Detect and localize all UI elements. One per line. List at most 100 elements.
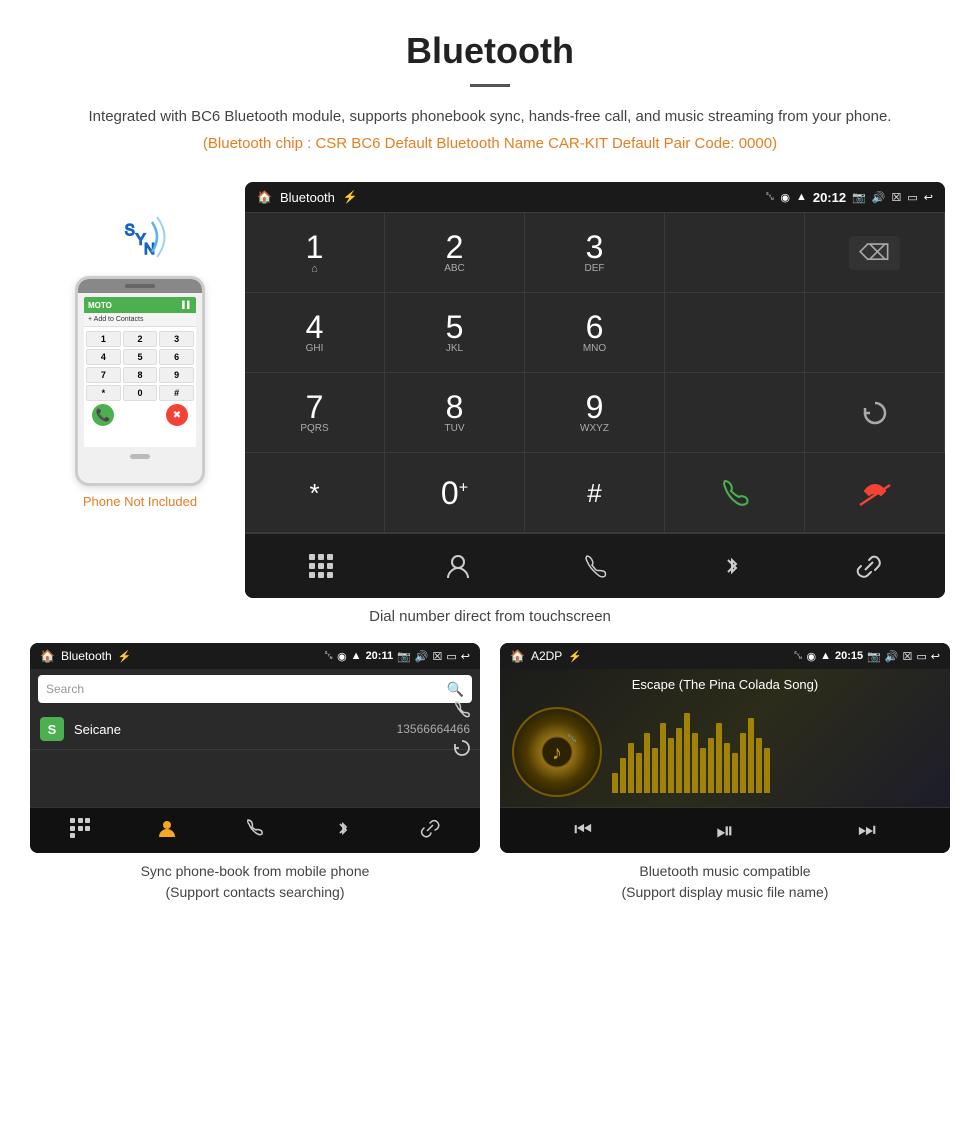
pb-vol-icon: 🔊 — [415, 650, 429, 663]
pb-search-icon: 🔍 — [447, 681, 464, 698]
dial-key-0[interactable]: 0+ — [385, 453, 525, 533]
pb-close-icon: ☒ — [433, 650, 443, 663]
music-usb-icon: ⚡ — [568, 650, 582, 663]
dial-key-8[interactable]: 8TUV — [385, 373, 525, 453]
time-display: 20:12 — [813, 190, 846, 205]
music-back-icon: ↩ — [931, 650, 940, 663]
pb-bottom-person-icon[interactable] — [156, 817, 178, 844]
pb-time: 20:11 — [366, 650, 394, 662]
music-viz-bar — [716, 723, 722, 793]
dial-call-red[interactable] — [805, 453, 945, 533]
music-song-title: Escape (The Pina Colada Song) — [500, 669, 950, 696]
dialpad-icon[interactable] — [296, 546, 346, 586]
music-home-icon: 🏠 — [510, 649, 525, 663]
dial-key-2[interactable]: 2ABC — [385, 213, 525, 293]
header-divider — [470, 84, 510, 87]
bottom-row: 🏠 Bluetooth ⚡ ␖ ◉ ▲ 20:11 📷 🔊 ☒ ▭ ↩ — [0, 643, 980, 903]
dial-key-6[interactable]: 6MNO — [525, 293, 665, 373]
dial-status-bar: 🏠 Bluetooth ⚡ ␖ ◉ ▲ 20:12 📷 🔊 ☒ ▭ ↩ — [245, 182, 945, 212]
phonebook-caption: Sync phone-book from mobile phone (Suppo… — [30, 861, 480, 903]
pb-location-icon: ◉ — [337, 650, 347, 663]
music-viz-bar — [612, 773, 618, 793]
pb-bottom-phone-icon[interactable] — [244, 817, 266, 844]
pb-right-phone-icon[interactable] — [452, 699, 472, 724]
contacts-icon[interactable] — [433, 546, 483, 586]
dial-call-green[interactable] — [665, 453, 805, 533]
pb-right-refresh-icon[interactable] — [452, 738, 472, 763]
music-viz-bar — [668, 738, 674, 793]
dial-empty-3 — [805, 293, 945, 373]
music-screen-wrap: 🏠 A2DP ⚡ ␖ ◉ ▲ 20:15 📷 🔊 ☒ ▭ ↩ Escape ( — [500, 643, 950, 903]
home-icon: 🏠 — [257, 190, 272, 204]
music-status-bar: 🏠 A2DP ⚡ ␖ ◉ ▲ 20:15 📷 🔊 ☒ ▭ ↩ — [500, 643, 950, 669]
phonebook-content: 🏠 Bluetooth ⚡ ␖ ◉ ▲ 20:11 📷 🔊 ☒ ▭ ↩ — [30, 643, 480, 853]
pb-usb-icon: ⚡ — [118, 650, 132, 663]
music-win-icon: ▭ — [916, 650, 926, 663]
close-box-icon: ☒ — [892, 191, 902, 204]
phonebook-screen: 🏠 Bluetooth ⚡ ␖ ◉ ▲ 20:11 📷 🔊 ☒ ▭ ↩ — [30, 643, 480, 853]
dial-empty-1 — [665, 213, 805, 293]
phone-not-included-label: Phone Not Included — [83, 494, 197, 509]
dial-key-4[interactable]: 4GHI — [245, 293, 385, 373]
dial-key-3[interactable]: 3DEF — [525, 213, 665, 293]
page-title: Bluetooth — [60, 30, 920, 72]
dial-key-7[interactable]: 7PQRS — [245, 373, 385, 453]
bt-icon: ␖ — [766, 191, 775, 204]
dial-key-9[interactable]: 9WXYZ — [525, 373, 665, 453]
music-viz-bar — [740, 733, 746, 793]
page-description: Integrated with BC6 Bluetooth module, su… — [60, 105, 920, 129]
music-next-icon[interactable]: ⏭ — [858, 819, 876, 842]
dial-refresh[interactable] — [805, 373, 945, 453]
music-bt-icon: ␖ — [794, 650, 803, 663]
bluetooth-specs: (Bluetooth chip : CSR BC6 Default Blueto… — [60, 135, 920, 152]
pb-search-bar[interactable]: Search 🔍 — [38, 675, 472, 703]
svg-text:♪: ♪ — [552, 742, 562, 764]
music-location-icon: ◉ — [806, 650, 816, 663]
music-time: 20:15 — [835, 650, 863, 662]
pb-bottom-dialpad-icon[interactable] — [69, 817, 91, 844]
volume-icon: 🔊 — [872, 191, 886, 204]
music-viz-bar — [692, 733, 698, 793]
location-icon: ◉ — [780, 191, 790, 204]
pb-search-placeholder: Search — [46, 682, 441, 696]
phone-mockup: MOTO ▌▌ + Add to Contacts 1 2 3 4 5 6 — [75, 276, 205, 486]
music-viz-bar — [684, 713, 690, 793]
dial-empty-4 — [665, 373, 805, 453]
dial-key-star[interactable]: * — [245, 453, 385, 533]
dial-key-1[interactable]: 1⌂ — [245, 213, 385, 293]
usb-icon: ⚡ — [343, 190, 358, 204]
bluetooth-bottom-icon[interactable] — [707, 546, 757, 586]
music-viz-bar — [660, 723, 666, 793]
music-prev-icon[interactable]: ⏮ — [574, 819, 592, 842]
pb-home-icon: 🏠 — [40, 649, 55, 663]
status-left: 🏠 Bluetooth ⚡ — [257, 190, 358, 205]
link-icon[interactable] — [844, 546, 894, 586]
dial-empty-2 — [665, 293, 805, 373]
dial-key-hash[interactable]: # — [525, 453, 665, 533]
dial-caption: Dial number direct from touchscreen — [0, 608, 980, 625]
pb-contact-name: Seicane — [74, 722, 397, 737]
pb-bt-icon: ␖ — [324, 650, 333, 663]
back-icon: ↩ — [924, 191, 933, 204]
dial-grid: 1⌂ 2ABC 3DEF ⌫ 4GHI 5JKL 6MNO — [245, 212, 945, 533]
dial-backspace[interactable]: ⌫ — [805, 213, 945, 293]
music-viz-bar — [636, 753, 642, 793]
music-camera-icon: 📷 — [867, 650, 881, 663]
pb-bottom-bt-icon[interactable] — [332, 817, 354, 844]
pb-back-icon: ↩ — [461, 650, 470, 663]
pb-bottom-link-icon[interactable] — [419, 817, 441, 844]
music-viz-bar — [676, 728, 682, 793]
phone-icon[interactable] — [570, 546, 620, 586]
bluetooth-waves-icon: ␖ — [110, 212, 170, 272]
dial-screen: 🏠 Bluetooth ⚡ ␖ ◉ ▲ 20:12 📷 🔊 ☒ ▭ ↩ 1⌂ — [245, 182, 945, 598]
pb-screen-label: Bluetooth — [61, 649, 112, 663]
dial-key-5[interactable]: 5JKL — [385, 293, 525, 373]
music-screen-label: A2DP — [531, 649, 562, 663]
music-play-pause-icon[interactable]: ⏯ — [716, 818, 734, 844]
music-viz-bar — [724, 743, 730, 793]
music-album-art: ♪ ␖ — [512, 707, 602, 797]
main-section: ␖ MOTO ▌▌ + Add to Contacts — [0, 182, 980, 598]
music-caption: Bluetooth music compatible (Support disp… — [500, 861, 950, 903]
pb-contact-row[interactable]: S Seicane 13566664466 — [30, 709, 480, 750]
music-viz-bar — [708, 738, 714, 793]
